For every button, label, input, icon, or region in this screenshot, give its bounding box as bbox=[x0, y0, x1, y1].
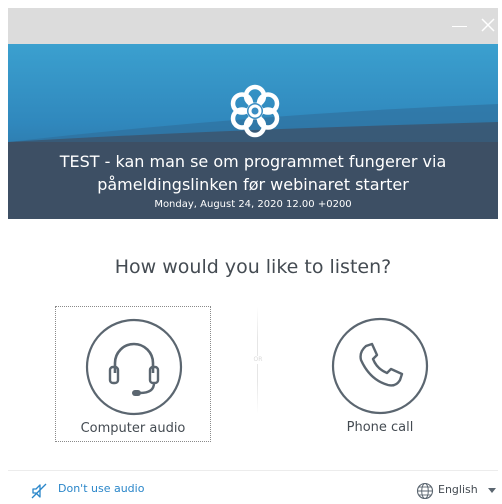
computer-audio-option[interactable]: Computer audio bbox=[55, 306, 211, 442]
phone-call-option[interactable]: Phone call bbox=[302, 306, 458, 442]
close-icon[interactable] bbox=[478, 14, 498, 36]
muted-speaker-icon bbox=[31, 483, 47, 499]
audio-connection-dialog: TEST - kan man se om programmet fungerer… bbox=[0, 0, 502, 504]
footer-divider bbox=[8, 470, 498, 471]
language-selector[interactable]: English bbox=[416, 480, 500, 500]
globe-icon bbox=[416, 482, 434, 500]
chevron-down-icon bbox=[488, 488, 496, 493]
headset-icon bbox=[85, 318, 183, 416]
title-bar bbox=[8, 8, 498, 44]
computer-audio-label: Computer audio bbox=[80, 421, 186, 436]
minimize-icon[interactable] bbox=[452, 16, 468, 36]
flower-logo-icon bbox=[224, 80, 286, 142]
or-separator: OR bbox=[248, 356, 268, 364]
phone-icon bbox=[331, 317, 429, 415]
language-label: English bbox=[438, 483, 478, 496]
meeting-title: TEST - kan man se om programmet fungerer… bbox=[59, 152, 447, 194]
meeting-date: Monday, August 24, 2020 12.00 +0200 bbox=[154, 199, 352, 210]
listen-question: How would you like to listen? bbox=[114, 256, 392, 278]
dont-use-audio-label: Don't use audio bbox=[58, 482, 145, 495]
phone-call-label: Phone call bbox=[346, 420, 414, 435]
